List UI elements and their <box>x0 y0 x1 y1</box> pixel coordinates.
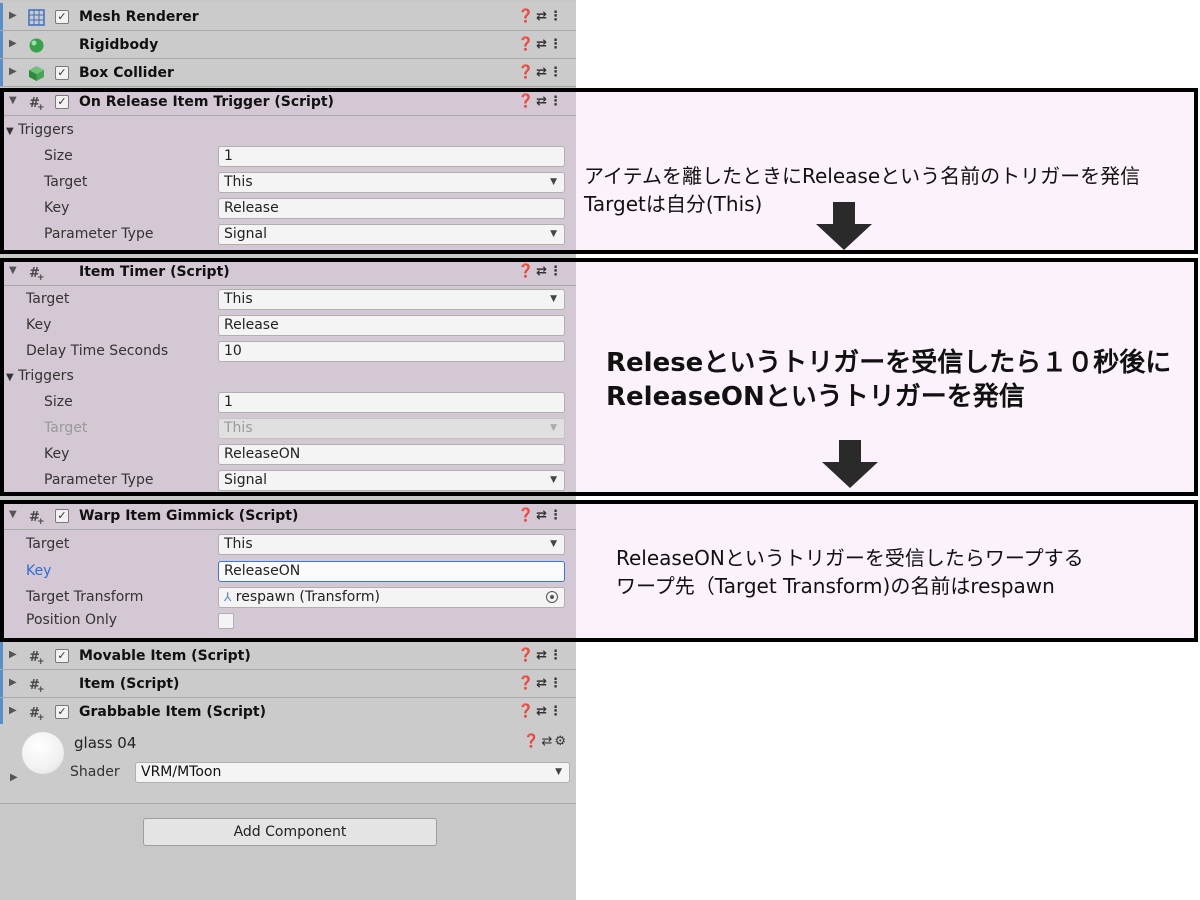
material-section: glass 04 ❓⇄⚙ ▶ Shader VRM/MToon ▼ <box>0 724 576 804</box>
enable-checkbox[interactable]: ✓ <box>55 66 69 80</box>
component-title: Grabbable Item (Script) <box>79 704 266 720</box>
fold-arrow-icon[interactable]: ▶ <box>9 649 17 660</box>
component-header-movable-item[interactable]: ▶ # + ✓ Movable Item (Script) ❓⇄⋮ <box>0 642 576 670</box>
component-title: Box Collider <box>79 65 174 81</box>
enable-checkbox[interactable]: ✓ <box>55 649 69 663</box>
down-arrow-icon <box>822 440 878 488</box>
script-icon: #+ <box>29 650 45 665</box>
material-header-icons[interactable]: ❓⇄⚙ <box>523 734 568 749</box>
note-1-line-2: Targetは自分(This) <box>584 192 763 216</box>
enable-checkbox[interactable]: ✓ <box>55 705 69 719</box>
note-box-2: Releseというトリガーを受信したら１０秒後に ReleaseONというトリガ… <box>576 258 1198 496</box>
header-icons[interactable]: ❓⇄⋮ <box>518 676 564 691</box>
down-arrow-icon <box>816 202 872 250</box>
fold-arrow-icon[interactable]: ▶ <box>9 38 17 49</box>
note-2-line-1: Releseというトリガーを受信したら１０秒後に <box>606 348 1172 378</box>
note-box-3: ReleaseONというトリガーを受信したらワープする ワープ先（Target … <box>576 500 1198 642</box>
component-title: Movable Item (Script) <box>79 648 251 664</box>
component-title: Rigidbody <box>79 37 159 53</box>
rigidbody-icon <box>29 38 44 53</box>
header-stripe <box>0 670 3 697</box>
add-component-button[interactable]: Add Component <box>143 818 437 846</box>
shader-label: Shader <box>70 764 120 780</box>
fold-arrow-icon[interactable]: ▶ <box>9 705 17 716</box>
header-icons[interactable]: ❓⇄⋮ <box>518 37 564 52</box>
component-header-mesh-renderer[interactable]: ▶ ✓ Mesh Renderer ❓⇄⋮ <box>0 3 576 31</box>
fold-arrow-icon[interactable]: ▶ <box>9 10 17 21</box>
note-2-line-2: ReleaseONというトリガーを発信 <box>606 382 1025 412</box>
enable-checkbox[interactable]: ✓ <box>55 10 69 24</box>
material-preview <box>22 732 64 774</box>
header-icons[interactable]: ❓⇄⋮ <box>518 704 564 719</box>
dropdown-arrow-icon: ▼ <box>555 767 562 777</box>
header-stripe <box>0 642 3 669</box>
component-title: Item (Script) <box>79 676 180 692</box>
fold-arrow-icon[interactable]: ▶ <box>10 772 18 783</box>
component-header-item[interactable]: ▶ # + Item (Script) ❓⇄⋮ <box>0 670 576 698</box>
material-name: glass 04 <box>74 734 137 752</box>
component-header-grabbable-item[interactable]: ▶ # + ✓ Grabbable Item (Script) ❓⇄⋮ <box>0 698 576 726</box>
note-box-1: アイテムを離したときにReleaseという名前のトリガーを発信 Targetは自… <box>576 88 1198 254</box>
component-header-rigidbody[interactable]: ▶ Rigidbody ❓⇄⋮ <box>0 31 576 59</box>
svg-text:+: + <box>37 713 45 721</box>
shader-value: VRM/MToon <box>141 764 222 780</box>
header-stripe <box>0 31 3 58</box>
svg-text:+: + <box>37 657 45 665</box>
note-3-line-2: ワープ先（Target Transform)の名前はrespawn <box>616 574 1055 598</box>
header-icons[interactable]: ❓⇄⋮ <box>518 65 564 80</box>
header-stripe <box>0 698 3 725</box>
component-title: Mesh Renderer <box>79 9 199 25</box>
note-3-line-1: ReleaseONというトリガーを受信したらワープする <box>616 546 1084 570</box>
header-icons[interactable]: ❓⇄⋮ <box>518 648 564 663</box>
box-collider-icon <box>29 66 44 81</box>
header-icons[interactable]: ❓⇄⋮ <box>518 9 564 24</box>
fold-arrow-icon[interactable]: ▶ <box>9 66 17 77</box>
note-1-line-1: アイテムを離したときにReleaseという名前のトリガーを発信 <box>584 164 1141 188</box>
header-stripe <box>0 3 3 30</box>
shader-dropdown[interactable]: VRM/MToon ▼ <box>135 762 570 783</box>
header-stripe <box>0 59 3 86</box>
fold-arrow-icon[interactable]: ▶ <box>9 677 17 688</box>
script-icon: #+ <box>29 678 45 693</box>
svg-text:+: + <box>37 685 45 693</box>
mesh-renderer-icon <box>28 9 45 26</box>
script-icon: #+ <box>29 706 45 721</box>
component-header-box-collider[interactable]: ▶ ✓ Box Collider ❓⇄⋮ <box>0 59 576 87</box>
